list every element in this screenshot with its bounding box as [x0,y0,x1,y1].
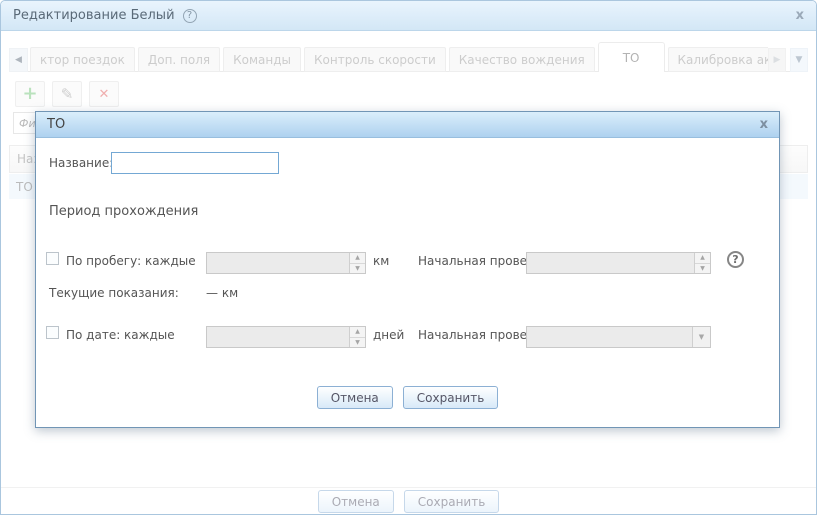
dialog-header[interactable]: ТО x [36,112,779,138]
current-readings-value: — км [206,286,239,300]
dialog-cancel-button[interactable]: Отмена [316,386,393,409]
spinner-up-icon[interactable]: ▲ [350,327,365,338]
help-icon[interactable]: ? [182,8,197,23]
mileage-checkbox-label[interactable]: По пробегу: каждые [66,254,196,268]
mileage-interval-input[interactable] [207,253,349,273]
spinner-up-icon[interactable]: ▲ [695,253,710,264]
date-initial-input[interactable] [527,327,692,347]
date-interval-input[interactable] [207,327,349,347]
dialog-footer: Отмена Сохранить [36,386,779,409]
date-interval-spinner: ▲ ▼ [206,326,366,348]
name-input[interactable] [111,152,279,174]
name-label: Название: [49,156,114,170]
mileage-unit-label: км [373,254,390,268]
date-checkbox[interactable] [46,326,59,339]
current-readings-label: Текущие показания: [49,286,179,300]
spinner-down-icon[interactable]: ▼ [350,264,365,274]
mileage-initial-input[interactable] [527,253,694,273]
window-close-icon[interactable]: x [796,9,804,22]
dialog-save-button[interactable]: Сохранить [402,386,499,409]
date-checkbox-label[interactable]: По дате: каждые [66,328,175,342]
window-title: Редактирование Белый [13,8,175,23]
window-header: Редактирование Белый ? x [1,1,816,31]
dialog-title: ТО [47,117,66,132]
spinner-down-icon[interactable]: ▼ [350,338,365,348]
edit-unit-window: Редактирование Белый ? x ◀ ктор поездок … [0,0,817,515]
dialog-close-icon[interactable]: x [760,118,768,131]
spinner-up-icon[interactable]: ▲ [350,253,365,264]
chevron-down-icon[interactable]: ▼ [692,327,710,347]
maintenance-dialog: ТО x Название: Период прохождения По про… [35,111,780,428]
section-title: Период прохождения [49,204,199,219]
date-initial-combo: ▼ [526,326,711,348]
mileage-initial-spinner: ▲ ▼ [526,252,711,274]
mileage-checkbox[interactable] [46,252,59,265]
spinner-down-icon[interactable]: ▼ [695,264,710,274]
dialog-help-icon[interactable]: ? [727,251,744,268]
date-unit-label: дней [373,328,405,342]
mileage-interval-spinner: ▲ ▼ [206,252,366,274]
